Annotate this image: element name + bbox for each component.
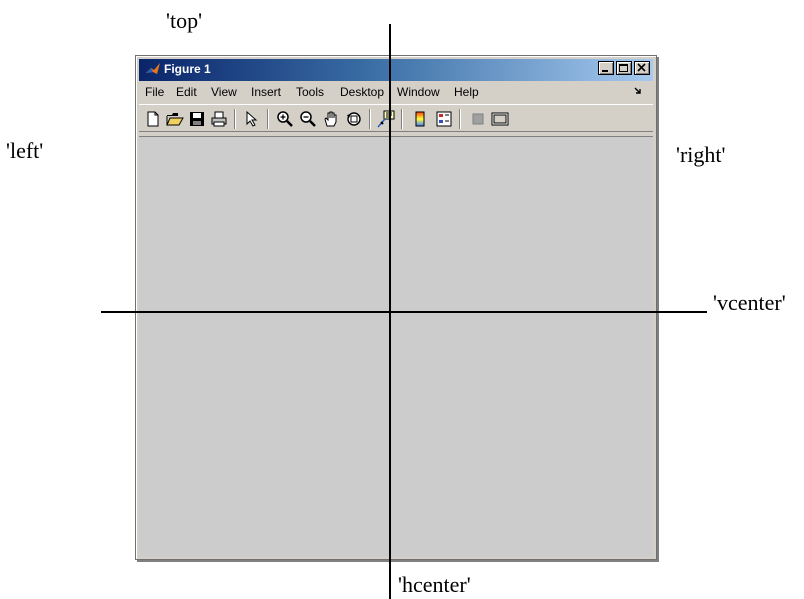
label-vcenter: 'vcenter' <box>713 290 786 315</box>
maximize-button[interactable] <box>616 61 632 75</box>
dock-arrow-icon[interactable] <box>633 86 643 96</box>
menu-help[interactable]: Help <box>454 85 479 99</box>
figure-canvas[interactable] <box>139 136 653 557</box>
show-plot-tools-icon[interactable] <box>491 110 509 128</box>
menu-insert[interactable]: Insert <box>251 85 281 99</box>
colorbar-icon[interactable] <box>411 110 429 128</box>
menu-edit[interactable]: Edit <box>176 85 197 99</box>
menu-view[interactable]: View <box>211 85 237 99</box>
menu-tools[interactable]: Tools <box>296 85 324 99</box>
window-title: Figure 1 <box>164 62 211 76</box>
legend-icon[interactable] <box>435 110 453 128</box>
close-button[interactable] <box>634 61 650 75</box>
figure-window: Figure 1 File Edit View Insert Tools Des… <box>135 55 657 560</box>
hcenter-guide-line <box>389 24 391 599</box>
label-top: 'top' <box>166 8 203 33</box>
pointer-icon[interactable] <box>243 110 261 128</box>
new-figure-icon[interactable] <box>144 110 162 128</box>
toolbar-separator <box>459 109 460 129</box>
zoom-in-icon[interactable] <box>276 110 294 128</box>
hide-plot-tools-icon[interactable] <box>469 110 487 128</box>
label-right: 'right' <box>676 142 726 167</box>
label-left: 'left' <box>6 138 44 163</box>
matlab-logo-icon <box>146 63 160 74</box>
minimize-icon <box>602 70 608 72</box>
menu-window[interactable]: Window <box>397 85 440 99</box>
figure-toolbar <box>139 104 653 132</box>
title-bar[interactable]: Figure 1 <box>139 59 653 81</box>
toolbar-separator <box>234 109 235 129</box>
close-icon <box>637 63 646 72</box>
toolbar-separator <box>401 109 402 129</box>
minimize-button[interactable] <box>598 61 614 75</box>
data-cursor-icon[interactable] <box>377 110 395 128</box>
menu-bar: File Edit View Insert Tools Desktop Wind… <box>139 82 653 102</box>
menu-file[interactable]: File <box>145 85 164 99</box>
toolbar-separator <box>369 109 370 129</box>
pan-hand-icon[interactable] <box>322 110 340 128</box>
menu-desktop[interactable]: Desktop <box>340 85 384 99</box>
rotate-3d-icon[interactable] <box>345 110 363 128</box>
open-file-icon[interactable] <box>166 110 184 128</box>
maximize-icon <box>619 64 628 72</box>
vcenter-guide-line <box>101 311 707 313</box>
save-icon[interactable] <box>188 110 206 128</box>
zoom-out-icon[interactable] <box>299 110 317 128</box>
toolbar-separator <box>267 109 268 129</box>
print-icon[interactable] <box>210 110 228 128</box>
label-hcenter: 'hcenter' <box>398 572 471 597</box>
